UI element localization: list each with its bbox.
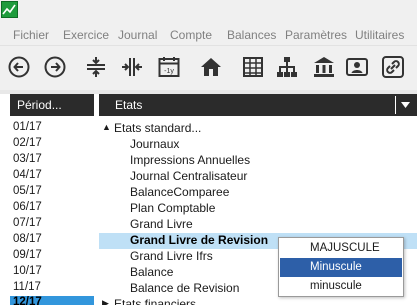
period-item[interactable]: 09/17 [13,249,42,265]
menu-bar: Fichier Exercice Journal Compte Balances… [0,24,417,46]
tree-item[interactable]: Plan Comptable [99,201,417,217]
vertical-split-button[interactable] [81,52,111,82]
horizontal-split-icon [122,58,142,76]
home-icon [201,58,221,76]
chevron-down-icon [401,102,410,108]
period-item[interactable]: 10/17 [13,265,42,281]
menu-exercice[interactable]: Exercice [63,28,109,42]
header-dropdown-button[interactable] [395,96,415,114]
ctx-item-capitalize[interactable]: Minuscule [280,258,402,277]
grid-icon [243,57,263,77]
forward-icon [44,56,66,78]
tree-item-label: Grand Livre de Revision [130,233,269,247]
periods-panel: Périod... 01/17 02/17 03/17 04/17 05/17 … [10,94,94,305]
title-bar [0,0,417,24]
tree-item[interactable]: Impressions Annuelles [99,153,417,169]
tree-item-label: Balance [130,265,174,279]
contact-card-icon [346,58,368,76]
bank-icon [314,57,334,77]
back-icon [8,56,30,78]
calendar-button[interactable]: -1y [154,52,184,82]
period-item[interactable]: 11/17 [13,281,41,297]
forward-button[interactable] [40,52,70,82]
case-context-menu: MAJUSCULE Minuscule minuscule [278,237,404,297]
svg-text:-1y: -1y [164,68,174,75]
grid-button[interactable] [238,52,268,82]
tree-item-label: Journal Centralisateur [130,169,248,183]
app-chart-icon [1,1,18,18]
tree-item-label: Grand Livre [130,217,193,231]
period-item-selected[interactable]: 12/17 [10,296,94,305]
tree-item[interactable]: Journal Centralisateur [99,169,417,185]
calendar-icon: -1y [158,57,180,77]
period-item[interactable]: 06/17 [13,201,42,217]
collapsed-arrow-icon: ▶ [102,298,109,305]
tree-item-label: Journaux [130,137,180,151]
tree-item-label: Impressions Annuelles [130,153,251,167]
period-selected-label: 12/17 [13,296,42,305]
link-icon [382,56,404,78]
bank-button[interactable] [309,52,339,82]
period-item[interactable]: 01/17 [13,121,42,137]
menu-utilitaires[interactable]: Utilitaires [355,28,404,42]
menu-compte[interactable]: Compte [170,28,212,42]
tree-item[interactable]: BalanceComparee [99,185,417,201]
tree-item[interactable]: Journaux [99,137,417,153]
ctx-item-lowercase[interactable]: minuscule [280,277,402,296]
period-item[interactable]: 03/17 [13,153,42,169]
home-button[interactable] [196,52,226,82]
tree-item-label: Balance de Revision [130,281,240,295]
tree-group-financiers[interactable]: ▶ Etats financiers [99,297,417,305]
horizontal-split-button[interactable] [117,52,147,82]
menu-journal[interactable]: Journal [118,28,157,42]
link-button[interactable] [378,52,408,82]
tree-item-label: Plan Comptable [130,201,216,215]
period-item[interactable]: 02/17 [13,137,42,153]
period-item[interactable]: 05/17 [13,185,42,201]
period-item[interactable]: 08/17 [13,233,42,249]
reports-header[interactable]: Etats [99,94,417,116]
contact-card-button[interactable] [342,52,372,82]
tree-item[interactable]: Grand Livre [99,217,417,233]
ctx-item-uppercase[interactable]: MAJUSCULE [280,239,402,258]
vertical-split-icon [87,57,105,77]
tree-group-label: Etats financiers [114,297,197,305]
tree-group-standard[interactable]: ▲ Etats standard... [99,121,417,137]
periods-header[interactable]: Périod... [10,94,94,116]
menu-parametres[interactable]: Paramètres [285,28,347,42]
period-item[interactable]: 04/17 [13,169,42,185]
menu-fichier[interactable]: Fichier [13,28,49,42]
back-button[interactable] [4,52,34,82]
tree-item-label: BalanceComparee [130,185,230,199]
org-chart-icon [277,57,297,77]
menu-balances[interactable]: Balances [227,28,276,42]
toolbar: -1y [0,46,417,90]
reports-header-label: Etats [115,98,143,112]
org-chart-button[interactable] [272,52,302,82]
tree-group-label: Etats standard... [114,121,202,135]
tree-item-label: Grand Livre Ifrs [130,249,213,263]
period-item[interactable]: 07/17 [13,217,42,233]
expanded-arrow-icon: ▲ [102,122,111,132]
